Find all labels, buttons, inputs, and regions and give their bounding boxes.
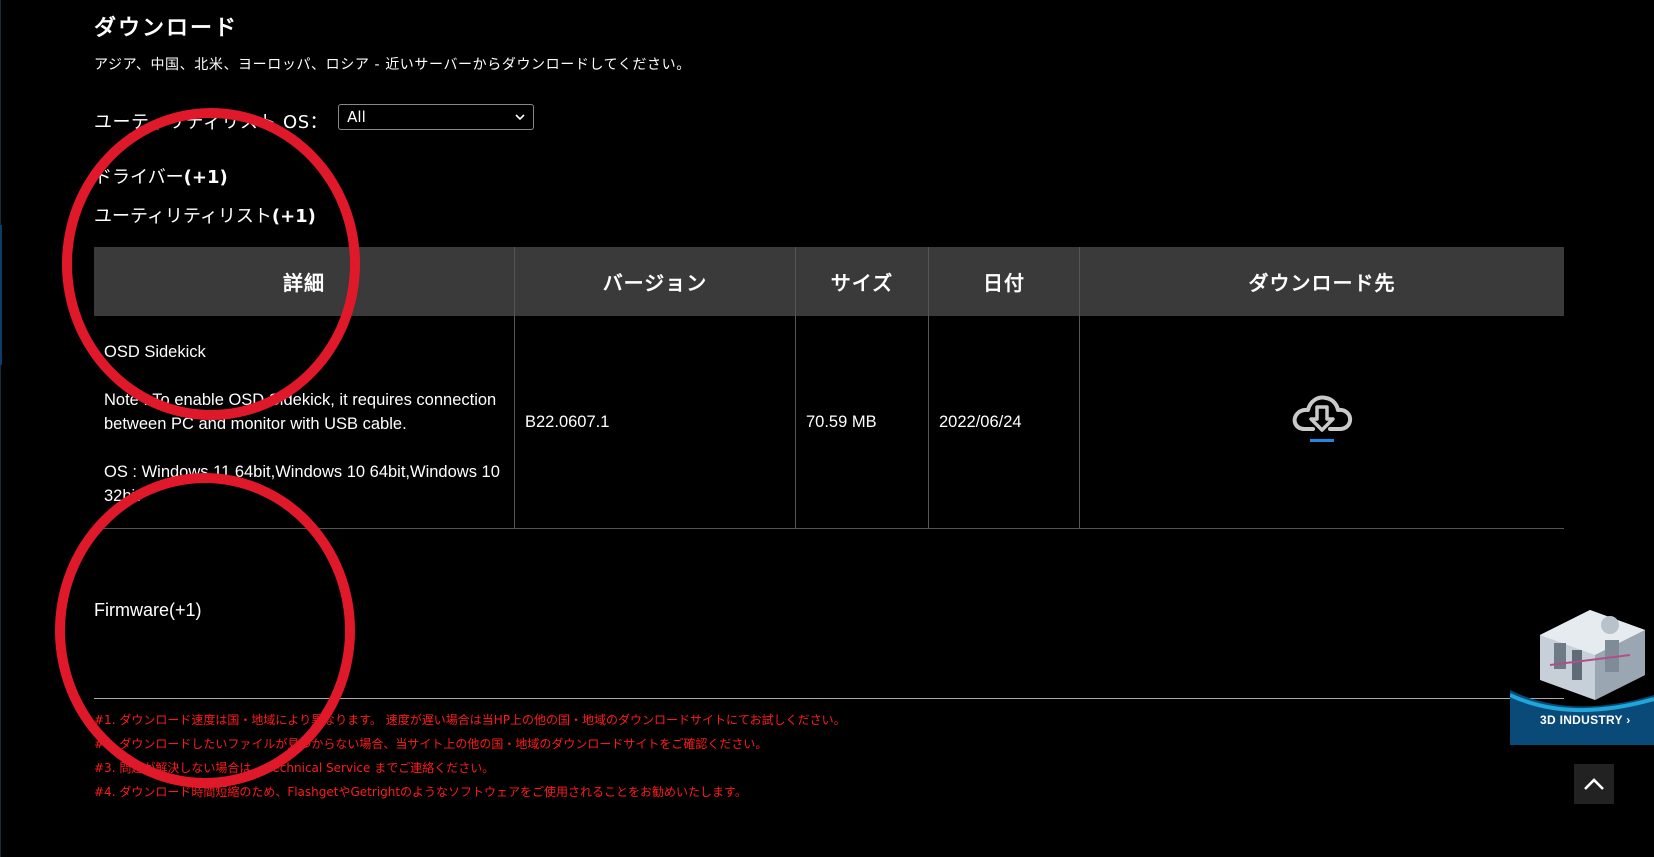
header-date: 日付 [928,247,1080,316]
page-title: ダウンロード [94,16,239,41]
table-row: OSD Sidekick Note : To enable OSD Sideki… [94,316,1564,529]
row-detail: OSD Sidekick Note : To enable OSD Sideki… [94,316,515,529]
row-note: Note : To enable OSD Sidekick, it requir… [104,391,497,433]
row-date: 2022/06/24 [928,316,1080,529]
os-filter-label: ユーティリティリスト OS： [94,112,329,133]
cloud-download-icon [1292,395,1353,442]
back-to-top-button[interactable] [1574,764,1614,804]
category-driver-count: (+1) [183,167,228,188]
header-detail: 詳細 [94,247,515,316]
row-download [1079,316,1564,529]
promo-label: 3D INDUSTRY › [1540,713,1631,727]
header-size: サイズ [795,247,929,316]
category-driver-label: ドライバー [94,167,184,188]
os-select[interactable]: All [338,104,535,130]
downloads-table: 詳細 バージョン サイズ 日付 ダウンロード先 OSD Sidekick Not… [94,247,1564,529]
note-2: #2. ダウンロードしたいファイルが見つからない場合、当サイト上の他の国・地域の… [94,737,768,751]
header-version: バージョン [514,247,796,316]
header-download: ダウンロード先 [1079,247,1564,316]
row-name: OSD Sidekick [104,343,206,361]
os-select-value: All [347,108,366,126]
left-edge-divider [0,0,1,857]
category-utility-label: ユーティリティリスト [94,206,272,227]
chevron-down-icon [515,114,525,121]
note-4: #4. ダウンロード時間短縮のため、FlashgetやGetrightのようなソ… [94,785,747,799]
note-3: #3. 問題が解決しない場合は、 Technical Service までご連絡… [94,761,495,775]
category-utility-count: (+1) [271,206,316,227]
table-header-row: 詳細 バージョン サイズ 日付 ダウンロード先 [94,247,1564,316]
download-notes: #1. ダウンロード速度は国・地域により異なります。 速度が遅い場合は当HP上の… [94,708,846,804]
chevron-up-icon [1584,778,1604,790]
page-subtitle: アジア、中国、北米、ヨーロッパ、ロシア - 近いサーバーからダウンロードしてくだ… [94,57,691,73]
category-firmware[interactable]: Firmware(+1) [94,600,202,621]
row-version: B22.0607.1 [514,316,796,529]
os-filter-row: ユーティリティリスト OS： All [94,104,535,136]
left-edge-accent [0,225,2,365]
section-divider [94,698,1564,699]
promo-3d-industry[interactable]: 3D INDUSTRY › [1509,595,1654,745]
row-size: 70.59 MB [795,316,929,529]
download-button[interactable] [1289,389,1355,449]
row-os: OS : Windows 11 64bit,Windows 10 64bit,W… [104,463,500,505]
category-utility[interactable]: ユーティリティリスト(+1) [94,202,316,228]
note-1: #1. ダウンロード速度は国・地域により異なります。 速度が遅い場合は当HP上の… [94,713,846,727]
category-driver[interactable]: ドライバー(+1) [94,163,228,189]
